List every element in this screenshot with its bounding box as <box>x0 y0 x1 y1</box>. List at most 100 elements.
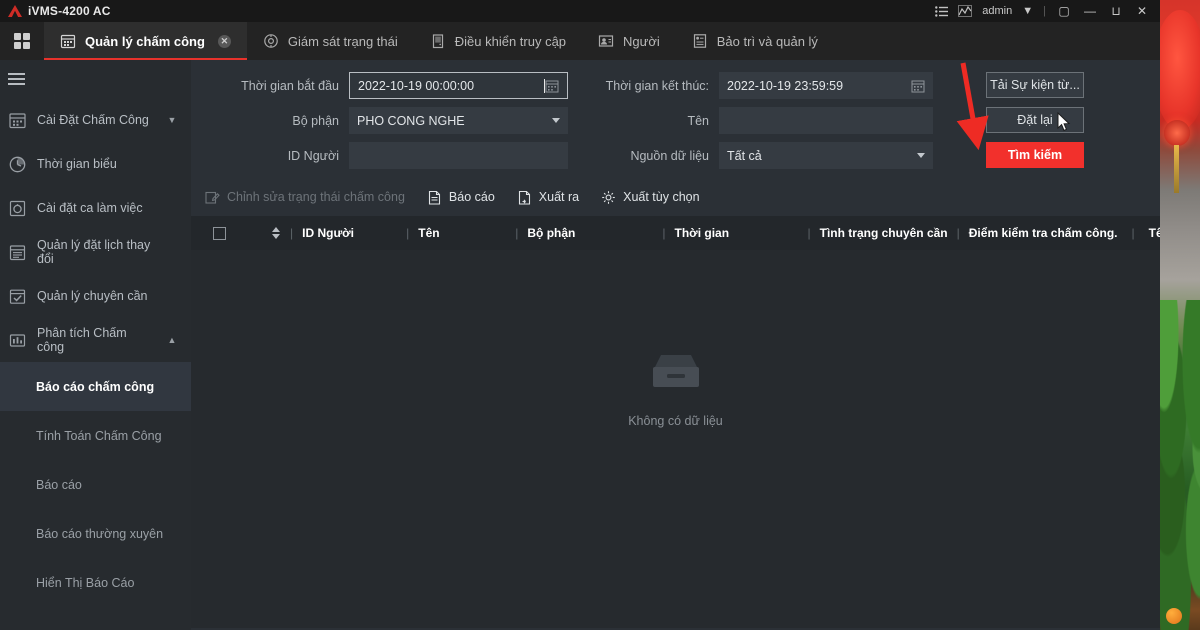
maximize-button[interactable]: ⊔ <box>1108 4 1124 18</box>
sidebar-item-label: Phân tích Chấm công <box>37 326 127 354</box>
search-button[interactable]: Tìm kiếm <box>986 142 1084 168</box>
column-label: Bộ phận <box>527 226 576 240</box>
start-time-input[interactable]: 2022-10-19 00:00:00 <box>349 72 568 99</box>
column-id-nguoi[interactable]: | ID Người <box>281 226 397 240</box>
column-ten[interactable]: | Tên <box>397 226 506 240</box>
monitor-status-icon <box>263 33 279 49</box>
sidebar-item-phan-tich-cham-cong[interactable]: Phân tích Chấm công ▲ <box>0 318 191 362</box>
sidebar-item-cai-dat-cham-cong[interactable]: Cài Đặt Chấm Công ▼ <box>0 98 191 142</box>
export-button[interactable]: Xuất ra <box>517 190 579 205</box>
sidebar-subitem-label: Báo cáo <box>36 477 82 492</box>
foliage-decor <box>1160 300 1200 630</box>
name-label: Tên <box>687 113 709 128</box>
schedule-clipboard-icon <box>8 243 27 262</box>
edit-attendance-status-button[interactable]: Chỉnh sửa trạng thái chấm công <box>205 190 405 205</box>
tab-label: Người <box>623 33 660 49</box>
report-doc-icon <box>427 190 442 205</box>
field-start-time: Thời gian bắt đầu 2022-10-19 00:00:00 <box>219 72 568 99</box>
sidebar-item-thoi-gian-bieu[interactable]: Thời gian biểu <box>0 142 191 186</box>
shift-settings-icon <box>8 199 27 218</box>
data-source-select[interactable]: Tất cả <box>719 142 933 169</box>
column-thoi-gian[interactable]: | Thời gian <box>653 226 798 240</box>
column-divider: | <box>662 226 666 240</box>
load-events-button[interactable]: Tải Sự kiện từ... <box>986 72 1084 98</box>
user-caret-icon[interactable]: ▼ <box>1022 5 1033 17</box>
calendar-picker-icon[interactable] <box>545 79 559 93</box>
end-time-input[interactable]: 2022-10-19 23:59:59 <box>719 72 933 99</box>
sidebar-subitem-bao-cao[interactable]: Báo cáo <box>0 460 191 509</box>
titlebar-divider: | <box>1043 5 1046 17</box>
tab-dieu-khien-truy-cap[interactable]: Điều khiển truy cập <box>414 22 582 60</box>
fruit-decor <box>1166 608 1182 624</box>
start-time-value: 2022-10-19 00:00:00 <box>358 78 475 93</box>
column-tinh-trang-chuyen-can[interactable]: | Tình trạng chuyên cần <box>799 226 948 240</box>
close-button[interactable]: ✕ <box>1134 4 1150 18</box>
column-divider: | <box>406 226 410 240</box>
sidebar-item-label: Quản lý đặt lịch thay đổi <box>37 238 151 266</box>
department-select[interactable]: PHO CONG NGHE <box>349 107 568 134</box>
table-body: Không có dữ liệu <box>191 250 1160 628</box>
results-table: | ID Người | Tên | Bộ phận | Thời gian |… <box>191 216 1160 628</box>
toolbar-label: Xuất ra <box>538 190 580 204</box>
chevron-down-icon[interactable]: ▼ <box>165 115 179 125</box>
user-name[interactable]: admin <box>982 5 1012 17</box>
department-value: PHO CONG NGHE <box>357 113 465 128</box>
toolbar-label: Chỉnh sửa trạng thái chấm công <box>227 190 405 204</box>
sidebar-item-quan-ly-chuyen-can[interactable]: Quản lý chuyên cần <box>0 274 191 318</box>
app-grid-icon[interactable] <box>0 22 44 60</box>
tab-nguoi[interactable]: Người <box>582 22 676 60</box>
custom-export-button[interactable]: Xuất tùy chọn <box>601 190 700 205</box>
column-divider: | <box>515 226 519 240</box>
sidebar-subitem-bao-cao-thuong-xuyen[interactable]: Báo cáo thường xuyên <box>0 509 191 558</box>
table-header-row: | ID Người | Tên | Bộ phận | Thời gian |… <box>191 216 1160 250</box>
tab-bao-tri-va-quan-ly[interactable]: Bảo trì và quản lý <box>676 22 834 60</box>
gear-icon <box>601 190 616 205</box>
chevron-up-icon[interactable]: ▲ <box>165 335 179 345</box>
calendar-picker-icon[interactable] <box>911 79 925 93</box>
sidebar-subitem-tinh-toan-cham-cong[interactable]: Tính Toán Chấm Công <box>0 411 191 460</box>
main-content: Thời gian bắt đầu 2022-10-19 00:00:00 Bộ… <box>191 60 1160 630</box>
minimize-button[interactable]: — <box>1082 4 1098 18</box>
sort-updown-icon[interactable] <box>272 227 281 239</box>
chart-icon[interactable] <box>958 5 973 17</box>
column-divider: | <box>1131 226 1135 240</box>
tab-quan-ly-cham-cong[interactable]: Quản lý chấm công ✕ <box>44 22 247 60</box>
application-window: iVMS-4200 AC admin ▼ | ▢ — ⊔ ✕ Quản lý c… <box>0 0 1160 630</box>
hamburger-icon[interactable] <box>0 60 191 98</box>
tab-close-icon[interactable]: ✕ <box>217 34 231 48</box>
column-ten-tu[interactable]: | Tên từ <box>1117 226 1160 240</box>
report-button[interactable]: Báo cáo <box>427 190 495 205</box>
column-label: Tên <box>418 226 440 240</box>
name-input[interactable] <box>719 107 933 134</box>
empty-box-icon <box>647 351 705 402</box>
title-bar: iVMS-4200 AC admin ▼ | ▢ — ⊔ ✕ <box>0 0 1160 22</box>
chevron-down-icon[interactable] <box>552 118 560 123</box>
sidebar-item-cai-dat-ca-lam-viec[interactable]: Cài đặt ca làm việc <box>0 186 191 230</box>
sidebar-subitem-label: Báo cáo thường xuyên <box>36 526 164 541</box>
tab-label: Bảo trì và quản lý <box>716 33 818 49</box>
person-id-input[interactable] <box>349 142 568 169</box>
chevron-down-icon[interactable] <box>917 153 925 158</box>
column-label: ID Người <box>302 226 355 240</box>
select-all-checkbox[interactable] <box>213 226 226 240</box>
sidebar-subitem-bao-cao-cham-cong[interactable]: Báo cáo chấm công <box>0 362 191 411</box>
action-toolbar: Chỉnh sửa trạng thái chấm công Báo cáo X… <box>191 178 1160 216</box>
export-icon <box>517 190 532 205</box>
list-icon[interactable] <box>935 5 949 17</box>
column-label: Điểm kiểm tra chấm công. <box>968 226 1118 240</box>
tab-giam-sat-trang-thai[interactable]: Giám sát trạng thái <box>247 22 414 60</box>
desktop-wallpaper <box>1160 0 1200 630</box>
tab-bar: Quản lý chấm công ✕ Giám sát trạng thái <box>0 22 1160 60</box>
load-events-label: Tải Sự kiện từ... <box>990 78 1080 92</box>
restore-button[interactable]: ▢ <box>1056 4 1072 18</box>
column-bo-phan[interactable]: | Bộ phận <box>506 226 653 240</box>
column-divider: | <box>956 226 960 240</box>
column-diem-kiem-tra-cham-cong[interactable]: | Điểm kiểm tra chấm công. <box>948 226 1118 240</box>
sidebar-subitem-hien-thi-bao-cao[interactable]: Hiển Thị Báo Cáo <box>0 558 191 607</box>
column-label: Thời gian <box>674 226 730 240</box>
field-person-id: ID Người <box>219 142 568 169</box>
sidebar-item-quan-ly-dat-lich-thay-doi[interactable]: Quản lý đặt lịch thay đổi <box>0 230 191 274</box>
edit-icon <box>205 190 220 205</box>
sidebar: Cài Đặt Chấm Công ▼ Thời gian biểu Cài đ… <box>0 60 191 630</box>
data-source-value: Tất cả <box>727 148 762 163</box>
